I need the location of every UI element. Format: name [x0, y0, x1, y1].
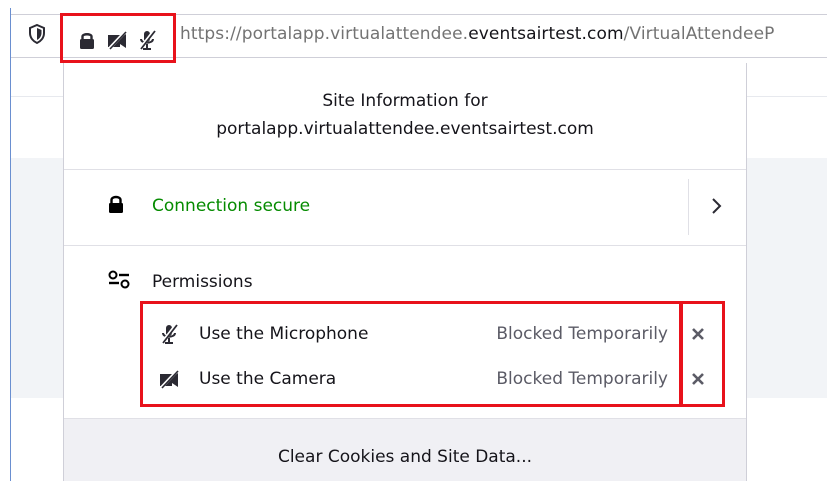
panel-title: Site Information for portalapp.virtualat…: [64, 87, 746, 143]
url-domain: eventsairtest.com: [468, 24, 624, 44]
clear-cookies-button[interactable]: Clear Cookies and Site Data...: [64, 418, 746, 481]
permissions-icon: [108, 270, 130, 289]
connection-status-label: Connection secure: [152, 196, 311, 216]
clear-buttons-highlight: [680, 301, 725, 407]
permissions-highlight: [140, 301, 682, 407]
camera-blocked-icon: [107, 30, 127, 50]
identity-box-highlight[interactable]: [60, 13, 176, 63]
microphone-blocked-icon: [138, 30, 156, 50]
lock-icon: [109, 195, 123, 213]
connection-security-row[interactable]: Connection secure: [64, 169, 746, 245]
url-suffix: /VirtualAttendeeP: [623, 24, 775, 44]
url-prefix: https://portalapp.virtualattendee.: [180, 24, 469, 44]
permissions-header: Permissions: [152, 272, 253, 292]
separator: [64, 245, 746, 246]
panel-title-line1: Site Information for: [322, 91, 488, 111]
site-information-panel: Site Information for portalapp.virtualat…: [63, 63, 747, 481]
row-divider: [688, 179, 689, 235]
panel-title-host: portalapp.virtualattendee.eventsairtest.…: [216, 119, 594, 139]
lock-icon: [80, 33, 94, 49]
chevron-right-icon[interactable]: [711, 197, 723, 215]
url-text[interactable]: https://portalapp.virtualattendee.events…: [180, 24, 775, 44]
url-fade: [807, 15, 827, 55]
tracking-protection-shield-icon[interactable]: [28, 24, 46, 44]
